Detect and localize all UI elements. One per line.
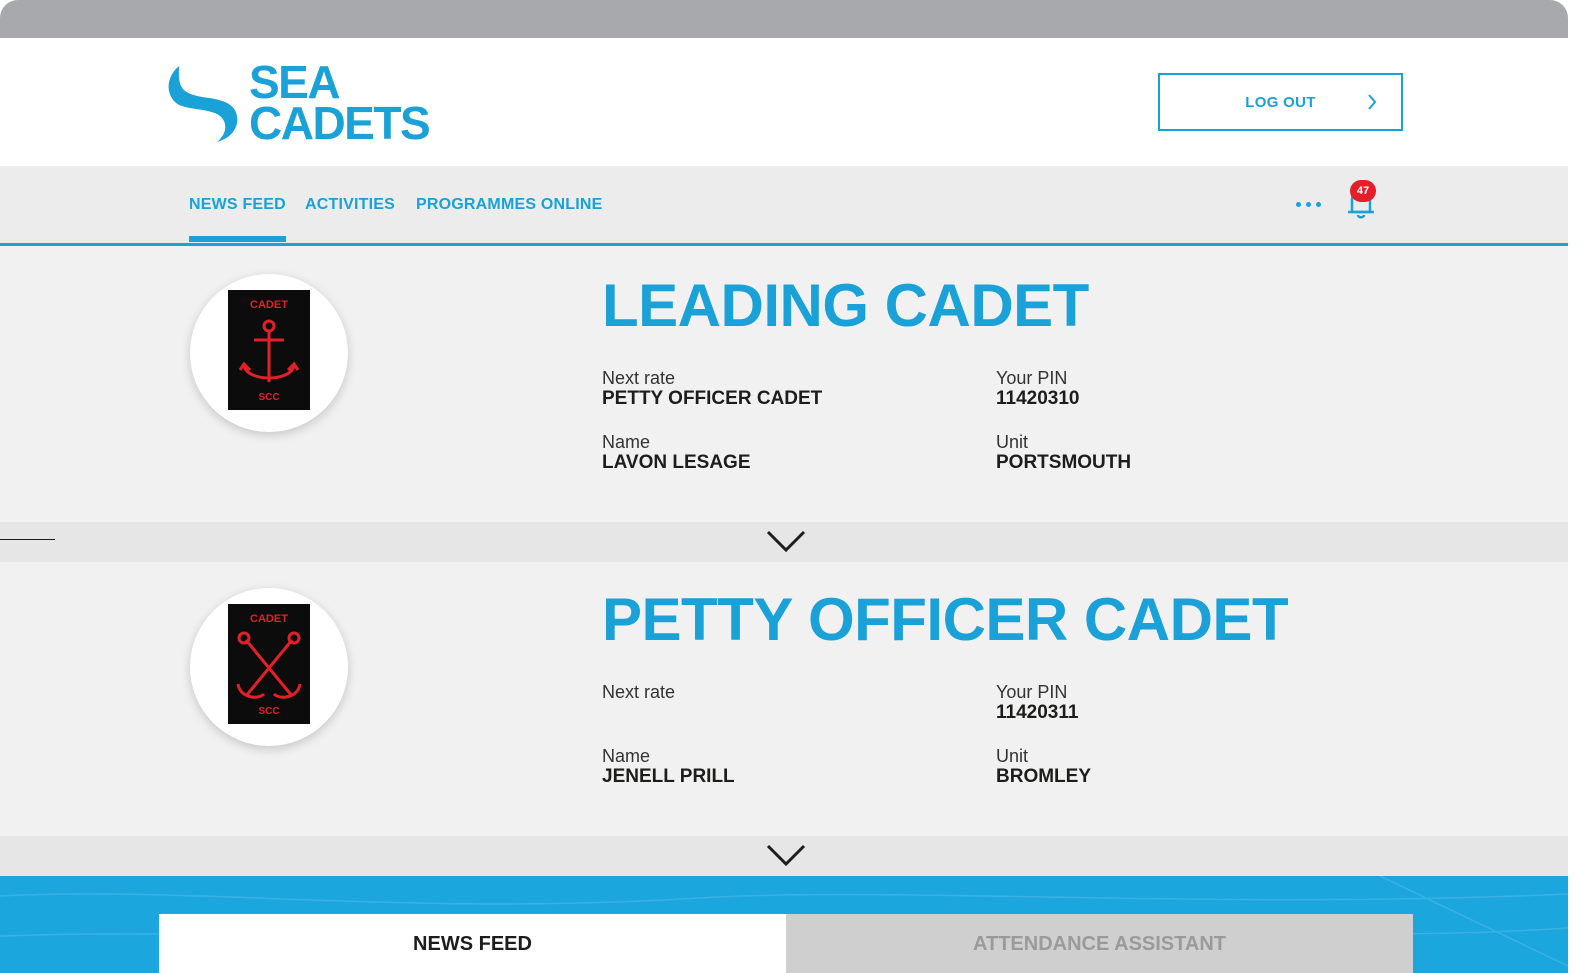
tab-attendance-assistant[interactable]: ATTENDANCE ASSISTANT bbox=[786, 914, 1413, 973]
unit-label: Unit bbox=[996, 746, 1029, 766]
notification-badge: 47 bbox=[1350, 180, 1376, 202]
pin-value: 11420311 bbox=[996, 702, 1079, 723]
content-tabs-area: NEWS FEED ATTENDANCE ASSISTANT bbox=[0, 876, 1568, 973]
unit-label: Unit bbox=[996, 432, 1029, 452]
tab-news-feed[interactable]: NEWS FEED bbox=[159, 914, 786, 973]
logo-line-2: CADETS bbox=[249, 97, 431, 149]
unit-value: PORTSMOUTH bbox=[996, 452, 1132, 473]
name-value: JENELL PRILL bbox=[602, 766, 735, 787]
crossed-anchors-patch-icon: CADET SCC bbox=[228, 604, 310, 724]
name-value: LAVON LESAGE bbox=[602, 452, 751, 473]
logout-label: LOG OUT bbox=[1245, 93, 1316, 111]
next-rate-label: Next rate bbox=[602, 368, 676, 388]
pin-value: 11420310 bbox=[996, 388, 1080, 409]
more-icon[interactable] bbox=[1296, 202, 1322, 210]
sea-cadets-logo[interactable]: SEA CADETS bbox=[165, 59, 455, 149]
chevron-right-icon bbox=[1368, 94, 1377, 110]
main-nav: NEWS FEED ACTIVITIES PROGRAMMES ONLINE 4… bbox=[0, 166, 1568, 246]
pin-label: Your PIN bbox=[996, 682, 1068, 702]
wave-logo-icon bbox=[168, 66, 238, 142]
next-rate-label: Next rate bbox=[602, 682, 676, 702]
nav-item-news-feed[interactable]: NEWS FEED bbox=[189, 196, 286, 242]
name-label: Name bbox=[602, 432, 651, 452]
rank-title: LEADING CADET bbox=[602, 272, 1089, 339]
window-title-bar bbox=[0, 0, 1568, 38]
svg-text:SCC: SCC bbox=[258, 392, 279, 403]
rank-card: CADET SCC PETTY OFFICER CADET Next rate … bbox=[0, 562, 1568, 836]
anchor-patch-icon: CADET SCC bbox=[228, 290, 310, 410]
rank-badge: CADET SCC bbox=[190, 274, 348, 432]
nav-item-activities[interactable]: ACTIVITIES bbox=[305, 196, 395, 214]
logout-button[interactable]: LOG OUT bbox=[1158, 73, 1403, 131]
next-rate-value: PETTY OFFICER CADET bbox=[602, 388, 823, 409]
divider bbox=[0, 539, 55, 540]
nav-item-programmes-online[interactable]: PROGRAMMES ONLINE bbox=[416, 196, 603, 214]
svg-text:CADET: CADET bbox=[250, 299, 288, 311]
expand-toggle[interactable] bbox=[0, 522, 1568, 562]
rank-badge: CADET SCC bbox=[190, 588, 348, 746]
chevron-down-icon bbox=[766, 844, 806, 867]
expand-toggle[interactable] bbox=[0, 836, 1568, 876]
name-label: Name bbox=[602, 746, 651, 766]
rank-card: CADET SCC LEADING CADET Next rate PETTY … bbox=[0, 246, 1568, 522]
app-frame: SEA CADETS LOG OUT NEWS FEED ACTIVITIES … bbox=[0, 0, 1568, 973]
svg-text:SCC: SCC bbox=[258, 706, 279, 717]
chevron-down-icon bbox=[766, 530, 806, 553]
rank-title: PETTY OFFICER CADET bbox=[602, 586, 1289, 653]
svg-text:CADET: CADET bbox=[250, 613, 288, 625]
unit-value: BROMLEY bbox=[996, 766, 1091, 787]
site-header: SEA CADETS LOG OUT bbox=[0, 38, 1568, 166]
pin-label: Your PIN bbox=[996, 368, 1068, 388]
